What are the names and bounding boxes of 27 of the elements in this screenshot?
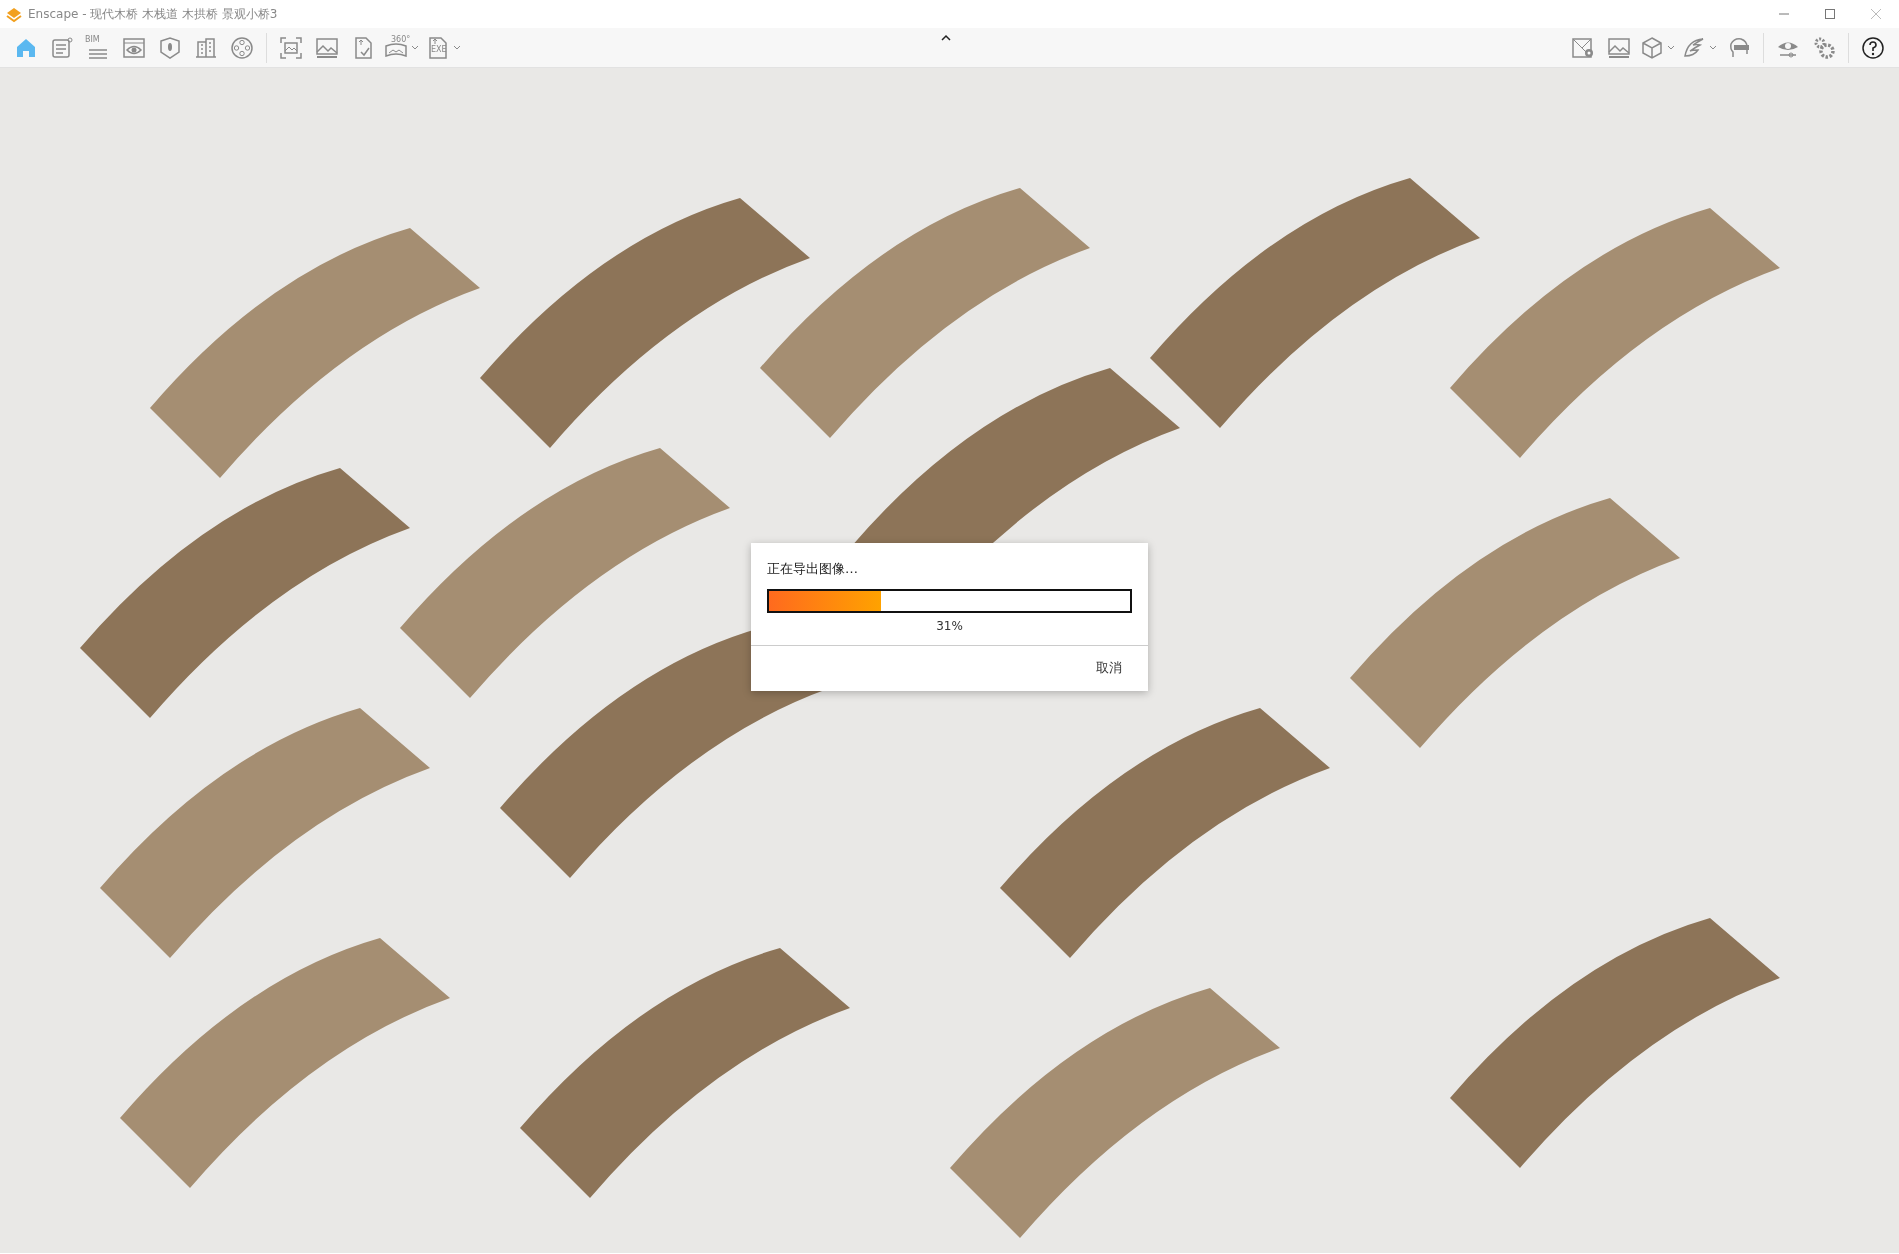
- toolbar-button[interactable]: 360°: [381, 30, 423, 65]
- close-icon: [1871, 9, 1881, 19]
- film-reel-icon: [230, 35, 254, 60]
- logo-icon: [6, 6, 22, 23]
- icon-label: BIM: [85, 35, 100, 44]
- cancel-button[interactable]: 取消: [1086, 653, 1132, 681]
- window-title: Enscape - 现代木桥 木栈道 木拱桥 景观小桥3: [28, 6, 278, 23]
- notepad-icon: [50, 35, 74, 60]
- map-pin-icon: [1571, 35, 1595, 60]
- icon-label: 360°: [391, 35, 411, 44]
- progress-percent: 31%: [935, 617, 964, 635]
- wing-icon: [1682, 35, 1706, 60]
- building-icon: [194, 35, 218, 60]
- vr-headset-icon: [1727, 35, 1751, 60]
- shield-icon: [158, 35, 182, 60]
- collapse-caret-icon[interactable]: [940, 34, 952, 42]
- status-message: 正在导出图像…: [766, 560, 859, 578]
- help-icon: [1861, 35, 1885, 60]
- eye-window-icon: [122, 35, 146, 60]
- toolbar-button[interactable]: BIM: [80, 30, 116, 65]
- cube-icon: [1640, 35, 1664, 60]
- image-icon: [315, 35, 339, 60]
- frame-image-icon: [279, 35, 303, 60]
- lines-icon: [86, 48, 110, 59]
- gears-icon: [1812, 35, 1836, 60]
- image-icon: [1607, 35, 1631, 60]
- maximize-icon: [1825, 9, 1835, 19]
